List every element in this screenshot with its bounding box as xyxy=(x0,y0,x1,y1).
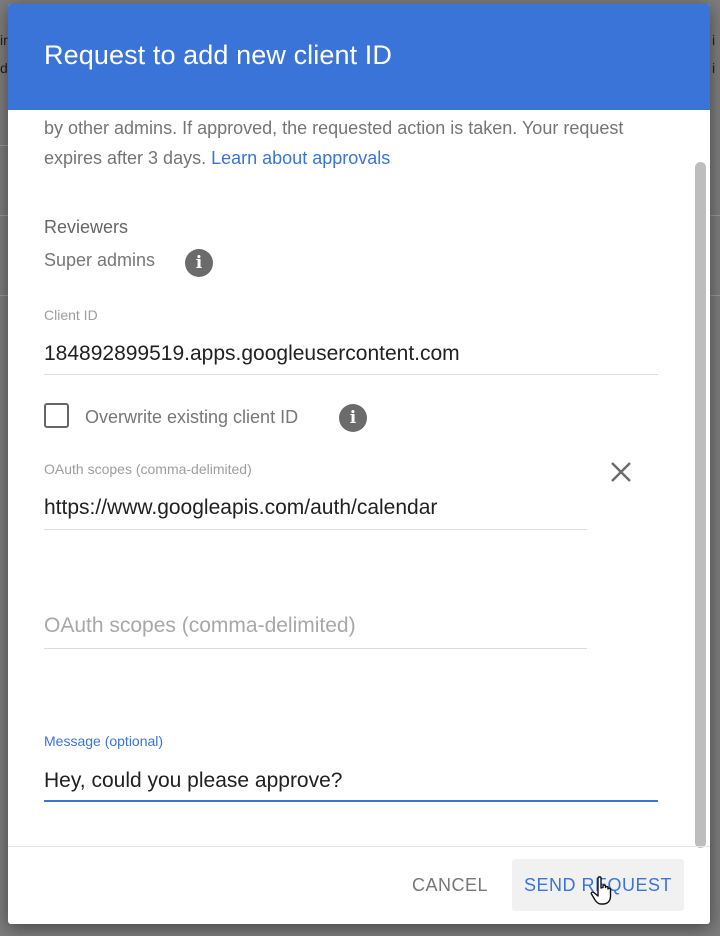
hand-pointer-icon xyxy=(590,876,612,905)
scopes-input-empty[interactable]: OAuth scopes (comma-delimited) xyxy=(44,614,356,638)
intro-text: by other admins. If approved, the reques… xyxy=(44,113,664,173)
reviewers-info-icon[interactable]: i xyxy=(185,249,213,277)
background-divider xyxy=(0,215,8,216)
reviewers-label: Reviewers xyxy=(44,217,129,237)
background-divider xyxy=(710,215,720,216)
dialog-scrollbar[interactable] xyxy=(695,162,706,848)
dialog-body: by other admins. If approved, the reques… xyxy=(8,110,710,846)
cancel-button[interactable]: CANCEL xyxy=(398,859,502,911)
client-id-label: Client ID xyxy=(44,307,98,323)
footer-divider xyxy=(8,846,710,847)
background-text-fragment: i xyxy=(712,32,716,48)
client-id-field[interactable]: 184892899519.apps.googleusercontent.com xyxy=(44,342,460,366)
background-text-fragment: ir xyxy=(0,32,8,48)
background-divider xyxy=(710,295,720,296)
scopes-underline xyxy=(44,529,587,530)
background-divider xyxy=(0,295,8,296)
message-field[interactable]: Hey, could you please approve? xyxy=(44,769,342,793)
message-label: Message (optional) xyxy=(44,733,164,749)
message-underline xyxy=(44,800,658,802)
scopes-label: OAuth scopes (comma-delimited) xyxy=(44,461,252,477)
background-text-fragment: d xyxy=(0,60,8,76)
request-dialog: Request to add new client ID by other ad… xyxy=(8,4,710,924)
background-divider xyxy=(0,145,8,146)
client-id-underline xyxy=(44,374,658,375)
overwrite-label: Overwrite existing client ID xyxy=(85,407,299,427)
scopes-field[interactable]: https://www.googleapis.com/auth/calendar xyxy=(44,496,437,520)
dialog-title: Request to add new client ID xyxy=(44,40,392,70)
learn-about-approvals-link[interactable]: Learn about approvals xyxy=(211,148,390,168)
background-text-fragment: i xyxy=(712,60,716,76)
scopes-empty-underline xyxy=(44,648,587,649)
close-icon[interactable] xyxy=(608,459,634,485)
dialog-header: Request to add new client ID xyxy=(8,4,710,110)
reviewers-value: Super admins xyxy=(44,250,156,270)
overwrite-info-icon[interactable]: i xyxy=(339,404,367,432)
overwrite-checkbox[interactable] xyxy=(44,403,69,428)
